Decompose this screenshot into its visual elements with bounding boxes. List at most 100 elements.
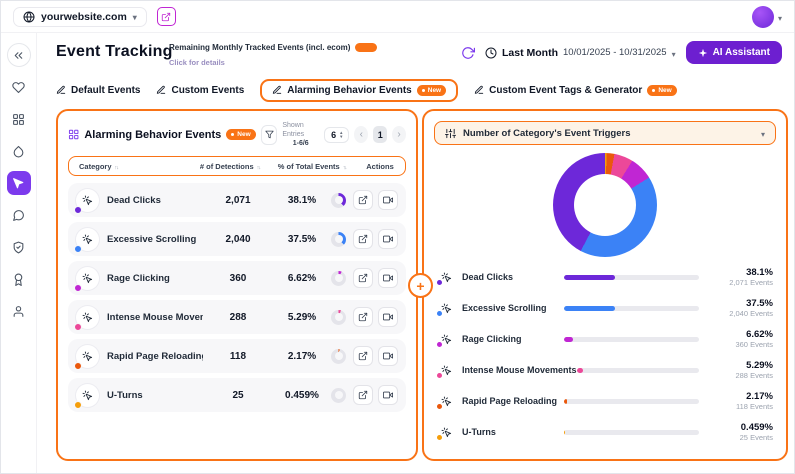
percent-of-total: 37.5% [273, 234, 331, 245]
open-details-button[interactable] [353, 307, 373, 327]
open-details-button[interactable] [353, 346, 373, 366]
legend-label: U-Turns [462, 427, 564, 437]
sidebar-item-badges[interactable] [7, 267, 31, 291]
legend-row: Rapid Page Reloading 2.17% 118 Events [437, 390, 773, 412]
legend-label: Rage Clicking [462, 334, 564, 344]
column-detections[interactable]: # of Detections [191, 162, 269, 171]
details-link[interactable]: Click for details [169, 58, 225, 67]
cursor-click-icon [82, 195, 93, 206]
recordings-button[interactable] [378, 268, 398, 288]
clock-icon [485, 47, 497, 59]
legend-percent: 6.62% [711, 329, 773, 340]
percent-of-total: 38.1% [273, 195, 331, 206]
stepper-arrows-icon [340, 131, 342, 139]
category-icon [437, 423, 455, 441]
chart-metric-dropdown[interactable]: Number of Category's Event Triggers [434, 121, 776, 145]
tab-label: Alarming Behavior Events [287, 85, 411, 96]
legend-bar-fill [564, 337, 573, 342]
tab[interactable]: Custom Events [156, 80, 244, 101]
tab-label: Custom Event Tags & Generator [489, 85, 642, 96]
sidebar-item-feedback[interactable] [7, 203, 31, 227]
external-link-icon [161, 12, 171, 22]
sidebar-item-event-tracking[interactable] [7, 171, 31, 195]
category-icon [437, 392, 455, 410]
external-link-icon [358, 390, 368, 400]
external-link-icon [358, 273, 368, 283]
open-details-button[interactable] [353, 229, 373, 249]
legend-bar-track [564, 399, 699, 404]
category-icon [76, 306, 99, 329]
recordings-button[interactable] [378, 229, 398, 249]
legend-bar-fill [564, 275, 615, 280]
percent-of-total: 2.17% [273, 351, 331, 362]
column-percent[interactable]: % of Total Events [269, 162, 355, 171]
chart-metric-label: Number of Category's Event Triggers [463, 128, 631, 139]
sidebar-collapse-icon[interactable] [7, 43, 31, 67]
open-details-button[interactable] [353, 190, 373, 210]
globe-icon [23, 11, 35, 23]
refresh-icon [461, 46, 475, 60]
recordings-button[interactable] [378, 307, 398, 327]
detections-count: 288 [203, 312, 273, 323]
sidebar-item-dashboard[interactable] [7, 107, 31, 131]
mini-donut [331, 232, 346, 247]
date-range-selector[interactable]: Last Month 10/01/2025 - 10/31/2025 [485, 44, 676, 62]
legend: Dead Clicks 38.1% 2,071 Events Excessive… [424, 266, 786, 443]
filter-button[interactable] [261, 125, 278, 145]
legend-row: Intense Mouse Movements 5.29% 288 Events [437, 359, 773, 381]
grid-icon [12, 113, 25, 126]
tab[interactable]: Alarming Behavior Events New [260, 79, 458, 102]
tabs: Default Events Custom Events Alarming Be… [56, 77, 677, 103]
sort-icon [115, 162, 119, 171]
topbar: yourwebsite.com [1, 1, 794, 33]
table-icon [68, 128, 79, 141]
legend-events-count: 2,040 Events [711, 309, 773, 318]
row-actions [353, 190, 398, 210]
badge-icon [12, 273, 25, 286]
legend-bar-fill [564, 430, 565, 435]
open-details-button[interactable] [353, 385, 373, 405]
column-category[interactable]: Category [69, 162, 191, 171]
category-icon [437, 299, 455, 317]
next-page-button[interactable] [392, 126, 406, 143]
ai-assistant-button[interactable]: AI Assistant [686, 41, 782, 64]
sidebar-item-favorites[interactable] [7, 75, 31, 99]
row-actions [353, 385, 398, 405]
page-size-select[interactable]: 6 [324, 127, 349, 143]
legend-bar-track [564, 275, 699, 280]
open-details-button[interactable] [353, 268, 373, 288]
sidebar-item-heatmaps[interactable] [7, 139, 31, 163]
sidebar-item-privacy[interactable] [7, 235, 31, 259]
legend-bar-track [564, 306, 699, 311]
chevron-down-icon[interactable] [778, 8, 782, 26]
percent-of-total: 5.29% [273, 312, 331, 323]
shield-check-icon [12, 241, 25, 254]
website-name: yourwebsite.com [41, 11, 127, 23]
tab[interactable]: Custom Event Tags & Generator New [474, 80, 677, 101]
category-icon [437, 268, 455, 286]
shown-entries: Shown Entries 1-6/6 [282, 121, 319, 148]
recordings-button[interactable] [378, 385, 398, 405]
prev-page-button[interactable] [354, 126, 368, 143]
legend-bar-fill [577, 368, 583, 373]
tab[interactable]: Default Events [56, 80, 140, 101]
recordings-button[interactable] [378, 346, 398, 366]
table-panel-header: Alarming Behavior Events New Shown Entri… [58, 111, 416, 154]
category-color-dot [74, 245, 82, 253]
legend-bar-track [564, 337, 699, 342]
video-camera-icon [383, 390, 393, 400]
open-website-button[interactable] [157, 7, 176, 26]
legend-bar-fill [564, 399, 567, 404]
refresh-button[interactable] [461, 46, 475, 60]
category-color-dot [436, 403, 443, 410]
category-icon [76, 228, 99, 251]
topbar-right [752, 6, 782, 28]
legend-events-count: 288 Events [711, 371, 773, 380]
detections-count: 25 [203, 390, 273, 401]
add-panel-button[interactable] [408, 273, 433, 298]
avatar[interactable] [752, 6, 774, 28]
sidebar-item-account[interactable] [7, 299, 31, 323]
website-selector[interactable]: yourwebsite.com [13, 7, 147, 27]
recordings-button[interactable] [378, 190, 398, 210]
donut-hole [574, 174, 636, 236]
